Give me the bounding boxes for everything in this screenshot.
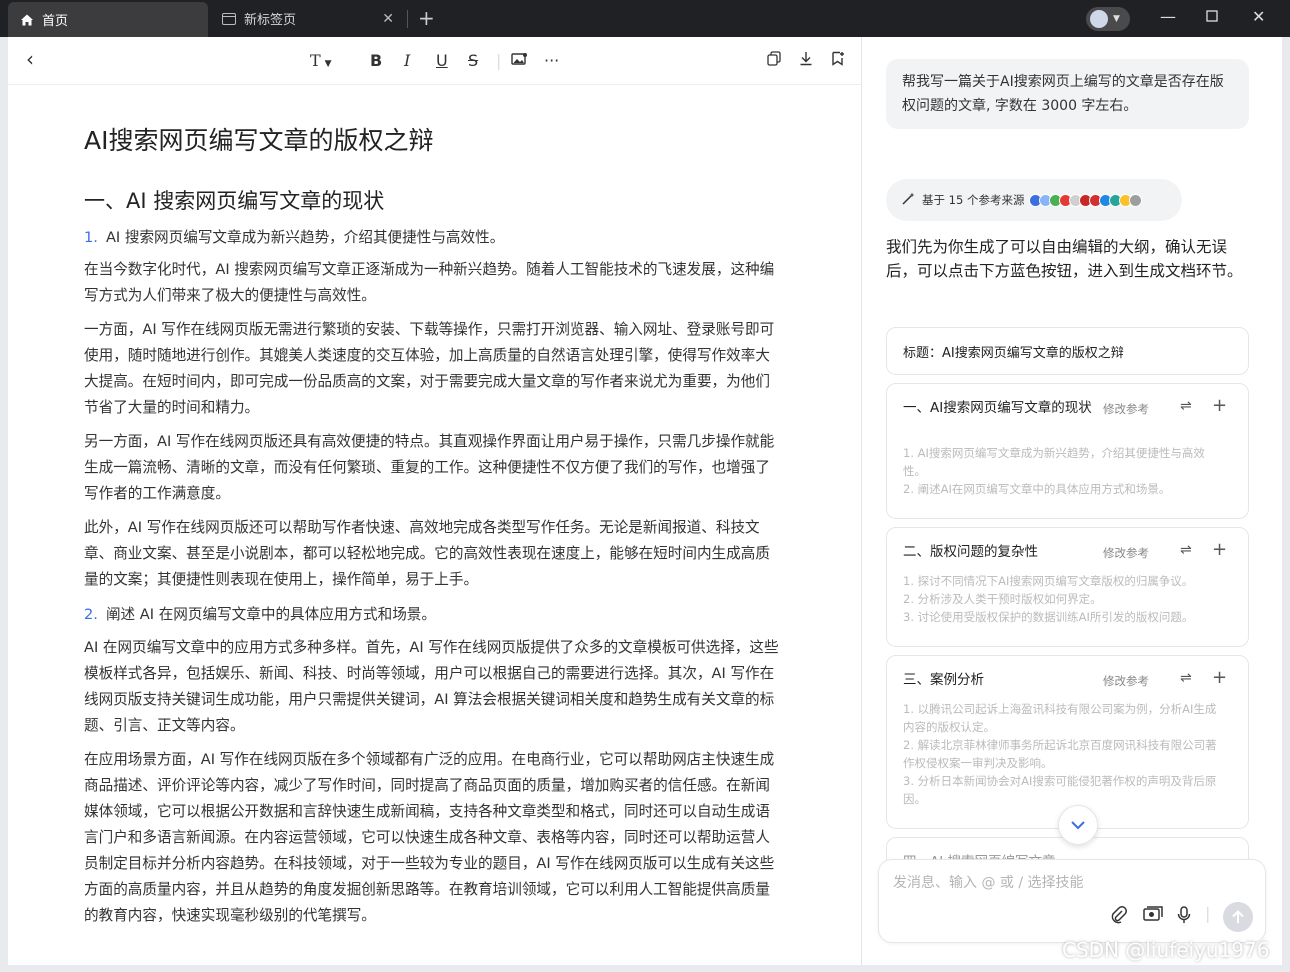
avatar xyxy=(1090,10,1108,28)
italic-button[interactable]: I xyxy=(404,51,410,70)
minimize-icon[interactable]: — xyxy=(1160,7,1176,26)
outline-section-card[interactable]: 一、AI搜索网页编写文章的现状 修改参考 ⇌ + 1. AI搜索网页编写文章成为… xyxy=(886,383,1249,519)
image-upload-icon[interactable] xyxy=(1143,906,1163,926)
paragraph: 在应用场景方面，AI 写作在线网页版在多个领域都有广泛的应用。在电商行业，它可以… xyxy=(84,751,775,924)
insert-image-icon[interactable] xyxy=(511,51,528,70)
outline-section-heading: 一、AI搜索网页编写文章的现状 xyxy=(903,400,1092,416)
add-icon[interactable]: + xyxy=(1212,395,1227,416)
tab-separator xyxy=(407,10,408,28)
chat-input[interactable]: 发消息、输入 @ 或 / 选择技能 xyxy=(893,872,1084,892)
input-divider: | xyxy=(1205,904,1211,923)
edit-reference-button[interactable]: 修改参考 xyxy=(1103,545,1149,561)
outline-item: 1. AI搜索网页编写文章成为新兴趋势，介绍其便捷性与高效性。 xyxy=(903,446,1205,478)
outline-item: 2. 分析涉及人类干预时版权如何界定。 xyxy=(903,592,1102,606)
paragraph: 在当今数字化时代，AI 搜索网页编写文章正逐渐成为一种新兴趋势。随着人工智能技术… xyxy=(84,261,775,304)
toolbar-divider: | xyxy=(496,51,502,70)
tab-home-label: 首页 xyxy=(42,14,69,29)
scroll-down-button[interactable] xyxy=(1058,805,1098,845)
editor-toolbar: ‹ T ▼ B I U S | ··· xyxy=(8,37,862,85)
send-button[interactable] xyxy=(1223,902,1253,932)
text-style-button[interactable]: T ▼ xyxy=(310,51,332,70)
back-icon[interactable]: ‹ xyxy=(26,47,34,71)
outline-title-card[interactable]: 标题：AI搜索网页编写文章的版权之辩 xyxy=(886,327,1249,375)
close-window-icon[interactable]: ✕ xyxy=(1252,7,1265,26)
numbered-item: 2. 阐述 AI 在网页编写文章中的具体应用方式和场景。 xyxy=(84,606,436,623)
app-window: ‹ T ▼ B I U S | ··· AI搜索网页编写文章的版权之辩 一、AI … xyxy=(8,37,1282,965)
chevron-down-icon: ▼ xyxy=(1113,14,1120,24)
document-editor[interactable]: AI搜索网页编写文章的版权之辩 一、AI 搜索网页编写文章的现状 1. AI 搜索… xyxy=(8,85,862,965)
outline-item: 3. 分析日本新闻协会对AI搜索可能侵犯著作权的声明及背后原因。 xyxy=(903,774,1217,806)
outline-item: 1. 探讨不同情况下AI搜索网页编写文章版权的归属争议。 xyxy=(903,574,1194,588)
outline-section-card[interactable]: 三、案例分析 修改参考 ⇌ + 1. 以腾讯公司起诉上海盈讯科技有限公司案为例，… xyxy=(886,655,1249,829)
chat-input-box[interactable]: 发消息、输入 @ 或 / 选择技能 | xyxy=(878,859,1266,943)
assistant-reply: 我们先为你生成了可以自由编辑的大纲，确认无误后，可以点击下方蓝色按钮，进入到生成… xyxy=(886,238,1243,280)
section-heading: 一、AI 搜索网页编写文章的现状 xyxy=(84,189,385,213)
outline-item: 2. 解读北京菲林律师事务所起诉北京百度网讯科技有限公司著作权侵权案一审判决及影… xyxy=(903,738,1217,770)
source-favicons xyxy=(1029,193,1143,207)
paragraph: AI 在网页编写文章中的应用方式多种多样。首先，AI 写作在线网页版提供了众多的… xyxy=(84,639,779,734)
download-icon[interactable] xyxy=(799,51,813,70)
outline-items: 1. AI搜索网页编写文章成为新兴趋势，介绍其便捷性与高效性。 2. 阐述AI在… xyxy=(903,444,1223,498)
more-options-button[interactable]: ··· xyxy=(544,51,559,70)
close-tab-icon[interactable]: ✕ xyxy=(382,11,394,27)
strikethrough-button[interactable]: S xyxy=(468,51,478,70)
adjust-icon[interactable]: ⇌ xyxy=(1180,398,1192,414)
outline-section-card[interactable]: 二、版权问题的复杂性 修改参考 ⇌ + 1. 探讨不同情况下AI搜索网页编写文章… xyxy=(886,527,1249,647)
paperclip-icon[interactable] xyxy=(1111,906,1127,928)
paragraph: 一方面，AI 写作在线网页版无需进行繁琐的安装、下载等操作，只需打开浏览器、输入… xyxy=(84,321,775,416)
ai-chat-panel: 帮我写一篇关于AI搜索网页上编写的文章是否存在版权问题的文章, 字数在 3000… xyxy=(862,37,1282,965)
sources-label: 基于 15 个参考来源 xyxy=(922,193,1025,207)
new-tab-icon[interactable]: + xyxy=(418,6,435,30)
edit-reference-button[interactable]: 修改参考 xyxy=(1103,401,1149,417)
tab-home[interactable]: 首页 xyxy=(8,2,208,37)
bookmark-add-icon[interactable] xyxy=(831,51,845,70)
outline-item: 2. 阐述AI在网页编写文章中的具体应用方式和场景。 xyxy=(903,482,1171,496)
watermark: CSDN @liufeiyu1976 xyxy=(1062,938,1270,962)
tab-new-label: 新标签页 xyxy=(244,13,297,28)
outline-item: 3. 讨论使用受版权保护的数据训练AI所引发的版权问题。 xyxy=(903,610,1194,624)
chevron-down-icon: ▼ xyxy=(324,59,332,69)
underline-button[interactable]: U xyxy=(436,51,448,70)
outline-item: 1. 以腾讯公司起诉上海盈讯科技有限公司案为例，分析AI生成内容的版权认定。 xyxy=(903,702,1217,734)
user-message: 帮我写一篇关于AI搜索网页上编写的文章是否存在版权问题的文章, 字数在 3000… xyxy=(886,59,1249,129)
edit-reference-button[interactable]: 修改参考 xyxy=(1103,673,1149,689)
bold-button[interactable]: B xyxy=(370,51,382,70)
sources-chip[interactable]: 基于 15 个参考来源 xyxy=(886,179,1182,221)
browser-titlebar: 首页 新标签页 ✕ + ▼ — ✕ xyxy=(0,0,1290,37)
outline-items: 1. 以腾讯公司起诉上海盈讯科技有限公司案为例，分析AI生成内容的版权认定。 2… xyxy=(903,700,1223,808)
profile-button[interactable]: ▼ xyxy=(1086,7,1130,31)
paragraph: 另一方面，AI 写作在线网页版还具有高效便捷的特点。其直观操作界面让用户易于操作… xyxy=(84,433,775,502)
microphone-icon[interactable] xyxy=(1177,906,1191,928)
outline-section-heading: 三、案例分析 xyxy=(903,672,984,688)
tab-new[interactable]: 新标签页 ✕ xyxy=(210,0,406,37)
maximize-icon[interactable] xyxy=(1206,7,1218,26)
paragraph: 此外，AI 写作在线网页版还可以帮助写作者快速、高效地完成各类型写作任务。无论是… xyxy=(84,519,770,588)
tab-icon xyxy=(222,12,236,25)
magic-wand-icon xyxy=(902,192,915,208)
numbered-item: 1. AI 搜索网页编写文章成为新兴趋势，介绍其便捷性与高效性。 xyxy=(84,229,505,246)
outline-section-heading: 二、版权问题的复杂性 xyxy=(903,544,1038,560)
document-title: AI搜索网页编写文章的版权之辩 xyxy=(84,126,434,155)
add-icon[interactable]: + xyxy=(1212,539,1227,560)
adjust-icon[interactable]: ⇌ xyxy=(1180,542,1192,558)
home-icon xyxy=(20,13,34,27)
add-icon[interactable]: + xyxy=(1212,667,1227,688)
outline-items: 1. 探讨不同情况下AI搜索网页编写文章版权的归属争议。 2. 分析涉及人类干预… xyxy=(903,572,1223,626)
adjust-icon[interactable]: ⇌ xyxy=(1180,670,1192,686)
copy-icon[interactable] xyxy=(767,51,781,70)
